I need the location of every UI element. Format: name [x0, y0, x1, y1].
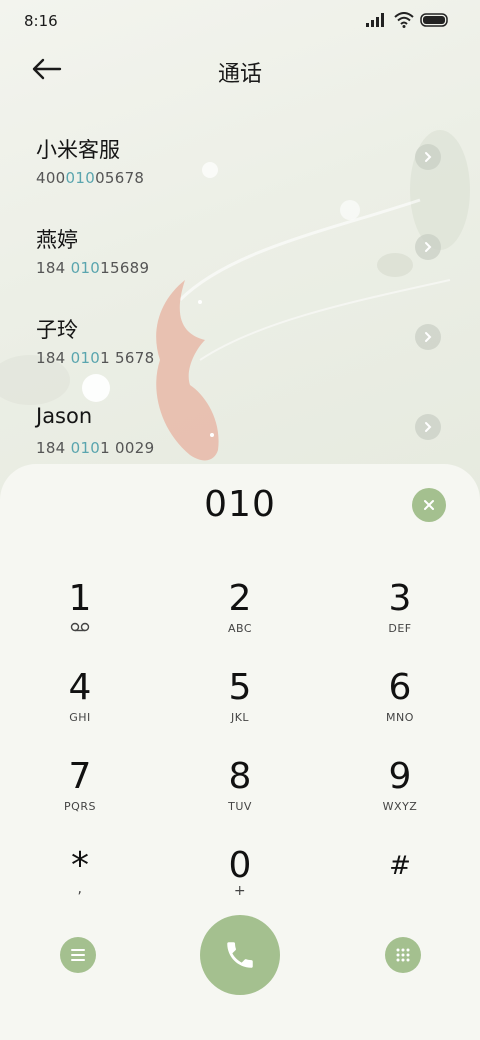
contact-name: 燕婷 [36, 228, 78, 252]
number-suffix: 1 5678 [100, 349, 155, 367]
phone-icon [227, 942, 253, 968]
battery-icon [420, 13, 448, 27]
voicemail-icon [20, 622, 140, 635]
contact-detail-button[interactable] [415, 324, 441, 350]
contact-detail-button[interactable] [415, 414, 441, 440]
key-letters: MNO [386, 711, 414, 724]
header: 通话 [0, 42, 480, 98]
number-prefix: 184 [36, 259, 71, 277]
keypad-toggle-button[interactable] [385, 937, 421, 973]
contact-detail-button[interactable] [415, 234, 441, 260]
menu-button[interactable] [60, 937, 96, 973]
key-digit: 8 [228, 756, 252, 797]
key-6[interactable]: 6 MNO [340, 667, 460, 743]
key-2[interactable]: 2 ABC [180, 578, 300, 654]
number-match: 010 [70, 349, 101, 367]
key-1[interactable]: 1 [20, 578, 140, 654]
contact-item[interactable]: 子玲 184 0101 5678 [0, 314, 480, 400]
contact-item[interactable]: 小米客服 40001005678 [0, 134, 480, 220]
clear-button[interactable] [412, 488, 446, 522]
key-letters: JKL [230, 711, 250, 724]
wifi-icon [394, 12, 414, 28]
status-time: 8:16 [24, 12, 58, 30]
key-star[interactable]: * , [20, 845, 140, 921]
call-button[interactable] [200, 915, 280, 995]
menu-icon [71, 949, 85, 961]
contact-name: 子玲 [36, 318, 78, 342]
number-suffix: 15689 [100, 259, 150, 277]
contact-number: 184 01015689 [36, 259, 149, 277]
contact-detail-button[interactable] [415, 144, 441, 170]
key-digit: 5 [228, 667, 252, 708]
key-4[interactable]: 4 GHI [20, 667, 140, 743]
chevron-right-icon [425, 152, 432, 162]
key-digit: 1 [68, 578, 92, 619]
key-letters: TUV [228, 800, 252, 813]
key-digit: 9 [388, 756, 412, 797]
page-title: 通话 [217, 62, 262, 87]
number-prefix: 184 [36, 349, 71, 367]
key-letters: GHI [69, 711, 91, 724]
key-digit: # [389, 851, 411, 881]
contact-item[interactable]: 燕婷 184 01015689 [0, 224, 480, 310]
clear-icon [424, 500, 434, 510]
dialed-number-display: 010 [204, 484, 276, 525]
number-match: 010 [70, 259, 101, 277]
chevron-right-icon [425, 242, 432, 252]
key-letters: WXYZ [382, 800, 418, 813]
key-8[interactable]: 8 TUV [180, 756, 300, 832]
chevron-right-icon [425, 332, 432, 342]
number-suffix: 1 0029 [100, 439, 155, 457]
status-bar: 8:16 [0, 0, 480, 42]
key-digit: 2 [228, 578, 252, 619]
keypad-icon [396, 948, 410, 962]
contact-number: 184 0101 0029 [36, 439, 154, 457]
key-digit: 7 [68, 756, 92, 797]
dialpad-panel: 010 1 2 ABC 3 DEF 4 GHI 5 JKL 6 MNO 7 PQ… [0, 464, 480, 1040]
key-5[interactable]: 5 JKL [180, 667, 300, 743]
contact-name: 小米客服 [36, 138, 120, 162]
contact-number: 184 0101 5678 [36, 349, 154, 367]
key-digit: 4 [68, 667, 92, 708]
key-letters: ABC [227, 622, 253, 635]
key-letters: + [233, 883, 247, 899]
contact-number: 40001005678 [36, 169, 144, 187]
key-0[interactable]: 0 + [180, 845, 300, 921]
number-prefix: 184 [36, 439, 71, 457]
key-digit: 3 [388, 578, 412, 619]
key-letters: PQRS [64, 800, 96, 813]
status-icons [366, 12, 450, 28]
key-letters: DEF [388, 622, 412, 635]
signal-icon [366, 13, 384, 27]
key-hash[interactable]: # [340, 845, 460, 921]
key-9[interactable]: 9 WXYZ [340, 756, 460, 832]
key-7[interactable]: 7 PQRS [20, 756, 140, 832]
number-suffix: 05678 [95, 169, 145, 187]
key-digit: 6 [388, 667, 412, 708]
contact-name: Jason [36, 404, 93, 428]
number-match: 010 [70, 439, 101, 457]
key-3[interactable]: 3 DEF [340, 578, 460, 654]
number-match: 010 [65, 169, 96, 187]
number-prefix: 400 [36, 169, 66, 187]
key-digit: 0 [228, 845, 252, 886]
chevron-right-icon [425, 422, 432, 432]
key-letters: , [77, 881, 83, 897]
